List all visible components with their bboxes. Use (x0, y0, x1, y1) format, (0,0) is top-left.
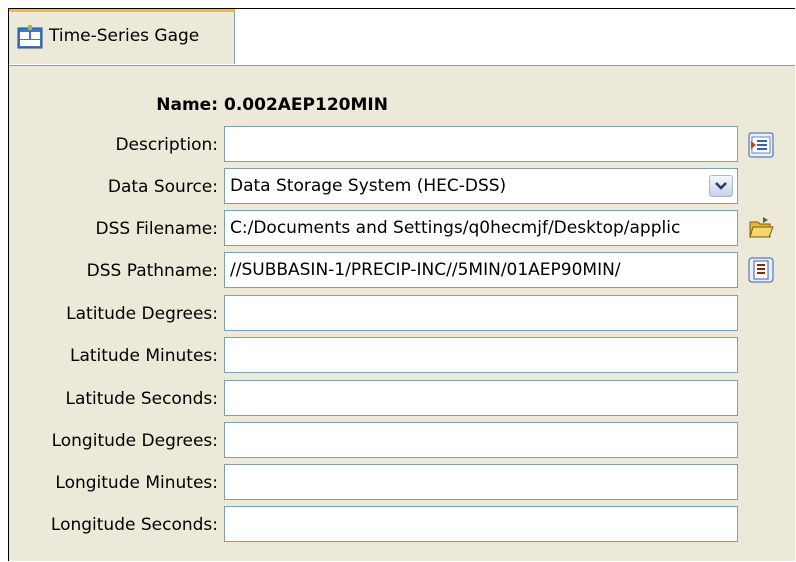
latitude-seconds-field[interactable] (224, 380, 738, 416)
tab-label: Time-Series Gage (49, 26, 200, 46)
longitude-minutes-field[interactable] (224, 464, 738, 500)
tab-time-series-gage[interactable]: Time-Series Gage (9, 9, 235, 64)
longitude-degrees-label: Longitude Degrees: (51, 431, 218, 451)
tab-strip: Time-Series Gage (9, 9, 795, 66)
gage-icon (17, 25, 43, 49)
data-source-label: Data Source: (107, 177, 218, 197)
data-source-dropdown-button[interactable] (709, 175, 733, 197)
dss-pathname-field[interactable]: //SUBBASIN-1/PRECIP-INC//5MIN/01AEP90MIN… (224, 252, 738, 288)
latitude-seconds-label: Latitude Seconds: (65, 389, 218, 409)
data-source-value: Data Storage System (HEC-DSS) (230, 176, 507, 196)
data-source-select[interactable]: Data Storage System (HEC-DSS) (224, 168, 738, 204)
gage-editor: Time-Series Gage Name: 0.002AEP120MIN De… (8, 8, 795, 561)
latitude-degrees-field[interactable] (224, 295, 738, 331)
dss-filename-field[interactable]: C:/Documents and Settings/q0hecmjf/Deskt… (224, 210, 738, 246)
select-pathname-icon[interactable] (748, 257, 774, 283)
latitude-minutes-label: Latitude Minutes: (69, 346, 218, 366)
dss-filename-label: DSS Filename: (95, 219, 218, 239)
dss-pathname-label: DSS Pathname: (86, 261, 218, 281)
longitude-degrees-field[interactable] (224, 422, 738, 458)
latitude-minutes-field[interactable] (224, 337, 738, 373)
chevron-down-icon (715, 182, 727, 190)
longitude-seconds-field[interactable] (224, 506, 738, 542)
edit-description-icon[interactable] (748, 132, 774, 158)
name-value: 0.002AEP120MIN (224, 95, 388, 115)
latitude-degrees-label: Latitude Degrees: (66, 304, 218, 324)
open-folder-icon[interactable] (748, 215, 774, 241)
name-label: Name: (156, 95, 218, 115)
longitude-seconds-label: Longitude Seconds: (50, 515, 218, 535)
description-label: Description: (115, 135, 218, 155)
longitude-minutes-label: Longitude Minutes: (55, 473, 218, 493)
description-field[interactable] (224, 126, 738, 162)
